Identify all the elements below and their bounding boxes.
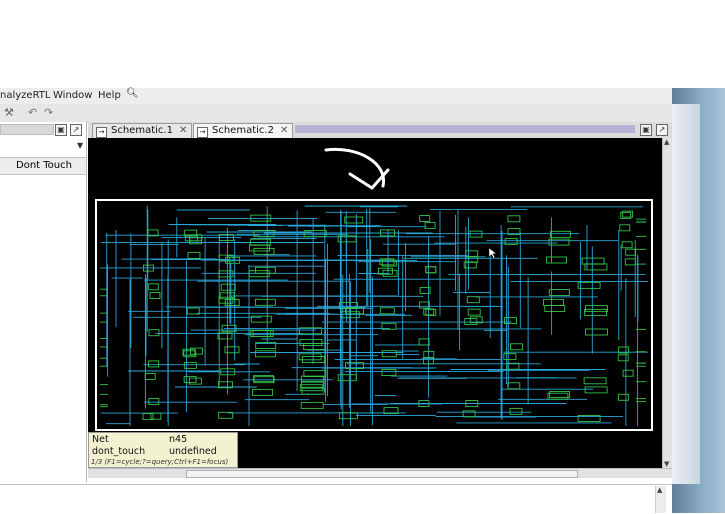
maximize-icon[interactable]: ↗: [70, 124, 82, 136]
annotation-arrow: [324, 147, 385, 188]
schematic-canvas[interactable]: [88, 138, 662, 468]
tab-row-filler: [295, 125, 635, 133]
tab-label: Schematic.1: [111, 125, 173, 136]
dropdown-arrow-icon[interactable]: ▼: [77, 141, 83, 150]
schematic-tab-icon: →: [96, 127, 107, 138]
wrench-icon[interactable]: ⚒: [4, 106, 14, 119]
tooltip-dont-touch-value: undefined: [169, 446, 217, 457]
undo-icon[interactable]: ↶: [28, 106, 37, 119]
schematic-drawing: [95, 147, 653, 431]
maximize-icon[interactable]: ↗: [656, 124, 668, 136]
left-panel-titlebar: [0, 124, 54, 135]
schematic-tab-icon: →: [197, 127, 208, 138]
tooltip-net-label: Net: [92, 434, 109, 445]
tooltip-hint: 1/3 (F1=cycle;?=query;Ctrl+F1=focus): [91, 458, 229, 466]
close-icon[interactable]: ✕: [179, 125, 187, 136]
bottom-panel: [0, 484, 672, 514]
desktop-window-edge: [672, 104, 700, 484]
horizontal-scroll-thumb[interactable]: [186, 470, 578, 478]
tooltip-net-value: n45: [169, 434, 188, 445]
dont-touch-column-header[interactable]: Dont Touch: [0, 157, 86, 175]
menu-help[interactable]: Help: [98, 90, 121, 101]
search-icon[interactable]: 🔍︎: [126, 88, 139, 99]
net-tooltip: Net n45 dont_touch undefined 1/3 (F1=cyc…: [88, 432, 238, 468]
menu-analyze[interactable]: nalyzeRTL: [0, 90, 50, 101]
dont-touch-header-label: Dont Touch: [16, 160, 72, 171]
tab-schematic-2[interactable]: → Schematic.2 ✕: [193, 123, 294, 138]
toolbar: ⚒ ↶ ↷: [0, 104, 672, 123]
redo-icon[interactable]: ↷: [44, 106, 53, 119]
restore-icon[interactable]: ▣: [55, 124, 67, 136]
tab-schematic-1[interactable]: → Schematic.1 ✕: [92, 123, 193, 138]
left-panel: [0, 122, 87, 482]
tab-label: Schematic.2: [212, 125, 274, 136]
bottom-panel-scrollbar[interactable]: ▲: [655, 486, 666, 513]
tooltip-dont-touch-label: dont_touch: [92, 446, 146, 457]
menu-bar: nalyzeRTL Window Help 🔍︎: [0, 88, 672, 104]
menu-window[interactable]: Window: [53, 90, 92, 101]
restore-icon[interactable]: ▣: [640, 124, 652, 136]
close-icon[interactable]: ✕: [280, 125, 288, 136]
